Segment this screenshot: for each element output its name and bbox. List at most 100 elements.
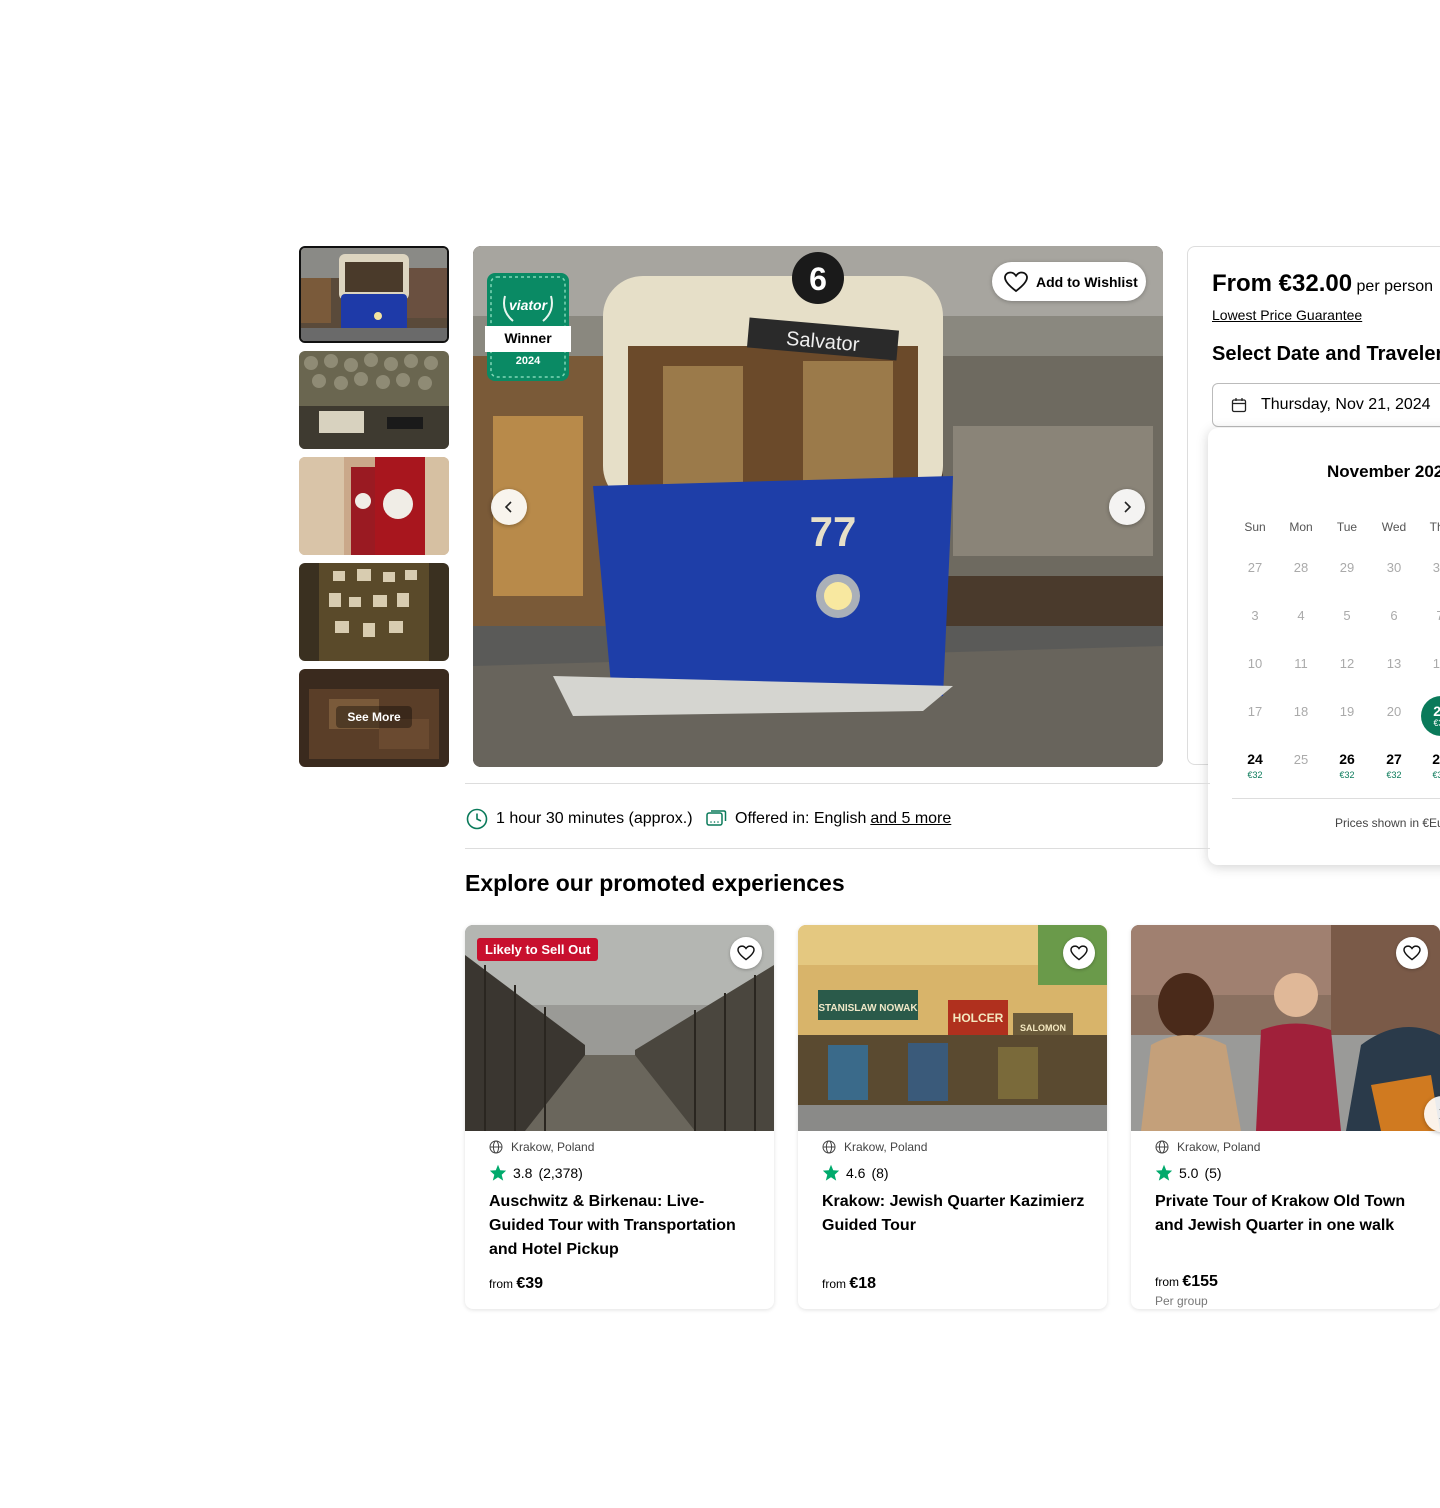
card-wishlist-button[interactable] [1063, 937, 1095, 969]
rating-value: 4.6 [846, 1164, 866, 1181]
card-price: from €155 [1155, 1273, 1218, 1291]
calendar-day: 29 [1339, 560, 1355, 575]
tram-number: 77 [810, 508, 857, 555]
gallery-thumbnail-2[interactable] [299, 351, 449, 449]
calendar-icon [1231, 398, 1247, 413]
globe-icon [489, 1140, 503, 1154]
price-from-label: from [1155, 1275, 1179, 1289]
gallery-thumbnail-1[interactable] [299, 246, 449, 343]
info-divider-bottom [465, 848, 1210, 849]
selected-date-text: Thursday, Nov 21, 2024 [1261, 396, 1431, 413]
calendar-day-price: €32 [1386, 770, 1402, 780]
viator-brand-text: viator [508, 297, 548, 313]
lowest-price-guarantee-link[interactable]: Lowest Price Guarantee [1212, 307, 1362, 323]
price-value: €39 [516, 1275, 544, 1292]
weekday-sun: Sun [1244, 520, 1266, 534]
calendar-day: 14 [1432, 656, 1440, 671]
selected-day-price: €32 [1433, 718, 1440, 728]
card-image: Likely to Sell Out [465, 925, 774, 1131]
star-icon [489, 1164, 507, 1181]
kazimierz-street-image: STANISLAW NOWAK HOLCER SALOMON [798, 925, 1107, 1131]
gallery-prev-button[interactable] [491, 489, 527, 525]
desk-thumbnail-image [299, 351, 449, 449]
card-title[interactable]: Krakow: Jewish Quarter Kazimierz Guided … [822, 1190, 1092, 1238]
weekday-thu: Thu [1429, 520, 1440, 534]
calendar-day-available[interactable]: 28 [1418, 751, 1440, 767]
calendar-day-available[interactable]: 27 [1372, 751, 1416, 767]
calendar-day-available[interactable]: 24 [1233, 751, 1277, 767]
winner-text: Winner [504, 330, 552, 346]
selected-day-number: 21 [1433, 703, 1440, 719]
calendar-day: 11 [1294, 656, 1308, 671]
calendar-day-price: €32 [1339, 770, 1355, 780]
chevron-right-icon [1439, 1109, 1440, 1119]
shop-sign-3: SALOMON [1020, 1023, 1066, 1033]
from-price: From €32.00 [1212, 270, 1353, 297]
photos-wall-thumbnail-image [299, 563, 449, 661]
calendar-divider [1232, 798, 1440, 799]
date-picker-field[interactable]: Thursday, Nov 21, 2024 [1212, 383, 1440, 427]
gallery-next-button[interactable] [1109, 489, 1145, 525]
calendar-day-available[interactable]: 26 [1325, 751, 1369, 767]
tram-hero-image: 6 Salvator 77 [473, 246, 1163, 767]
calendar-day: 5 [1343, 608, 1351, 623]
globe-icon [822, 1140, 836, 1154]
price-line: From €32.00 per person [1212, 270, 1433, 298]
calendar-day: 10 [1247, 656, 1263, 671]
calendar-day: 17 [1247, 704, 1263, 719]
card-title[interactable]: Auschwitz & Birkenau: Live-Guided Tour w… [489, 1190, 759, 1262]
card-image [1131, 925, 1440, 1131]
card-rating: 4.6 (8) [822, 1164, 889, 1181]
price-value: €155 [1182, 1273, 1218, 1290]
old-town-guide-image [1131, 925, 1440, 1131]
offered-in-text: Offered in: English [735, 810, 867, 827]
wishlist-label: Add to Wishlist [1036, 273, 1138, 290]
gallery-thumbnail-4[interactable] [299, 563, 449, 661]
more-languages-link[interactable]: and 5 more [870, 810, 951, 828]
card-title[interactable]: Private Tour of Krakow Old Town and Jewi… [1155, 1190, 1425, 1238]
card-price: from €39 [489, 1275, 543, 1293]
calendar-day: 4 [1297, 608, 1305, 623]
calendar-day: 19 [1339, 704, 1355, 719]
gallery-thumbnail-see-more[interactable]: See More [299, 669, 449, 767]
heart-icon [1403, 945, 1421, 961]
calendar-day: 31 [1432, 560, 1440, 575]
card-rating: 5.0 (5) [1155, 1164, 1222, 1181]
card-image: STANISLAW NOWAK HOLCER SALOMON [798, 925, 1107, 1131]
experience-card[interactable]: STANISLAW NOWAK HOLCER SALOMON Krakow, P… [798, 925, 1107, 1309]
star-icon [1155, 1164, 1173, 1181]
calendar-day: 27 [1247, 560, 1263, 575]
chevron-right-icon [1124, 501, 1132, 513]
duration-text: 1 hour 30 minutes (approx.) [496, 810, 693, 827]
calendar-day: 18 [1293, 704, 1309, 719]
experience-card[interactable]: Krakow, Poland 5.0 (5) Private Tour of K… [1131, 925, 1440, 1309]
chevron-left-icon [504, 501, 512, 513]
clock-icon [466, 808, 488, 830]
calendar-month-label: November 2024 [1327, 462, 1440, 481]
card-wishlist-button[interactable] [1396, 937, 1428, 969]
main-gallery-image: 6 Salvator 77 viator Winner 2024 [473, 246, 1163, 767]
review-count: (2,378) [538, 1164, 583, 1181]
calendar-day: 28 [1293, 560, 1309, 575]
card-wishlist-button[interactable] [730, 937, 762, 969]
calendar-day: 30 [1386, 560, 1402, 575]
select-date-heading: Select Date and Travelers [1212, 343, 1440, 365]
duration-info: 1 hour 30 minutes (approx.) [466, 808, 693, 830]
review-count: (8) [871, 1164, 889, 1181]
see-more-label[interactable]: See More [336, 706, 412, 728]
calendar-popup [1208, 428, 1440, 865]
per-person-label: per person [1356, 278, 1434, 295]
languages-info: Offered in: English and 5 more [705, 808, 951, 830]
gallery-thumbnail-3[interactable] [299, 457, 449, 555]
weekday-mon: Mon [1289, 520, 1313, 534]
shop-sign-2: HOLCER [953, 1011, 1004, 1025]
calendar-currency-note: Prices shown in €Euro [1335, 816, 1440, 830]
card-rating: 3.8 (2,378) [489, 1164, 583, 1181]
section-title: Explore our promoted experiences [465, 870, 845, 896]
card-location-text: Krakow, Poland [511, 1140, 595, 1154]
add-to-wishlist-button[interactable]: Add to Wishlist [992, 262, 1146, 301]
card-location: Krakow, Poland [489, 1140, 594, 1154]
star-icon [822, 1164, 840, 1181]
weekday-wed: Wed [1381, 520, 1407, 534]
experience-card[interactable]: Likely to Sell Out Krakow, Poland 3.8 (2… [465, 925, 774, 1309]
